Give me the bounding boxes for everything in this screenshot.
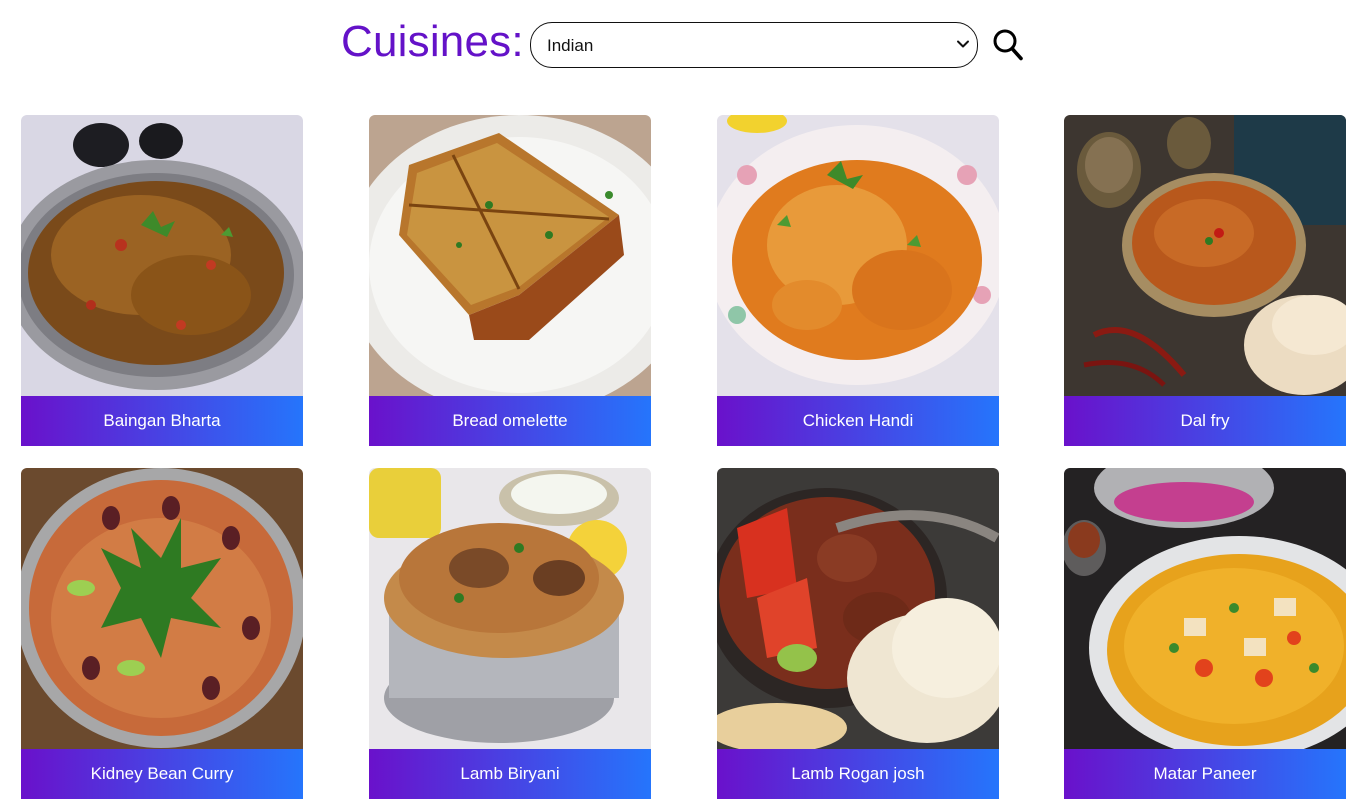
dish-photo bbox=[717, 468, 999, 749]
cuisine-select-value: Indian bbox=[547, 36, 594, 55]
dish-name: Matar Paneer bbox=[1064, 749, 1346, 799]
dish-name: Baingan Bharta bbox=[21, 396, 303, 446]
chevron-down-icon bbox=[957, 40, 969, 48]
dish-photo bbox=[1064, 468, 1346, 749]
dish-card[interactable]: Matar Paneer bbox=[1064, 468, 1346, 799]
dish-photo bbox=[1064, 115, 1346, 396]
dish-card[interactable]: Dal fry bbox=[1064, 115, 1346, 446]
dish-name: Lamb Rogan josh bbox=[717, 749, 999, 799]
dish-photo bbox=[717, 115, 999, 396]
dish-card[interactable]: Kidney Bean Curry bbox=[21, 468, 303, 799]
dish-card[interactable]: Lamb Rogan josh bbox=[717, 468, 999, 799]
dish-photo bbox=[21, 115, 303, 396]
dish-card[interactable]: Lamb Biryani bbox=[369, 468, 651, 799]
dish-name: Dal fry bbox=[1064, 396, 1346, 446]
search-icon[interactable] bbox=[992, 28, 1024, 62]
page-title: Cuisines: bbox=[341, 17, 524, 66]
dish-photo bbox=[369, 115, 651, 396]
header: Cuisines: Indian bbox=[0, 0, 1359, 95]
dish-card[interactable]: Chicken Handi bbox=[717, 115, 999, 446]
dish-photo bbox=[369, 468, 651, 749]
dish-card[interactable]: Baingan Bharta bbox=[21, 115, 303, 446]
dish-name: Lamb Biryani bbox=[369, 749, 651, 799]
dish-card[interactable]: Bread omelette bbox=[369, 115, 651, 446]
dish-name: Kidney Bean Curry bbox=[21, 749, 303, 799]
dish-name: Bread omelette bbox=[369, 396, 651, 446]
dish-name: Chicken Handi bbox=[717, 396, 999, 446]
dish-photo bbox=[21, 468, 303, 749]
cuisine-select[interactable]: Indian bbox=[530, 22, 978, 68]
